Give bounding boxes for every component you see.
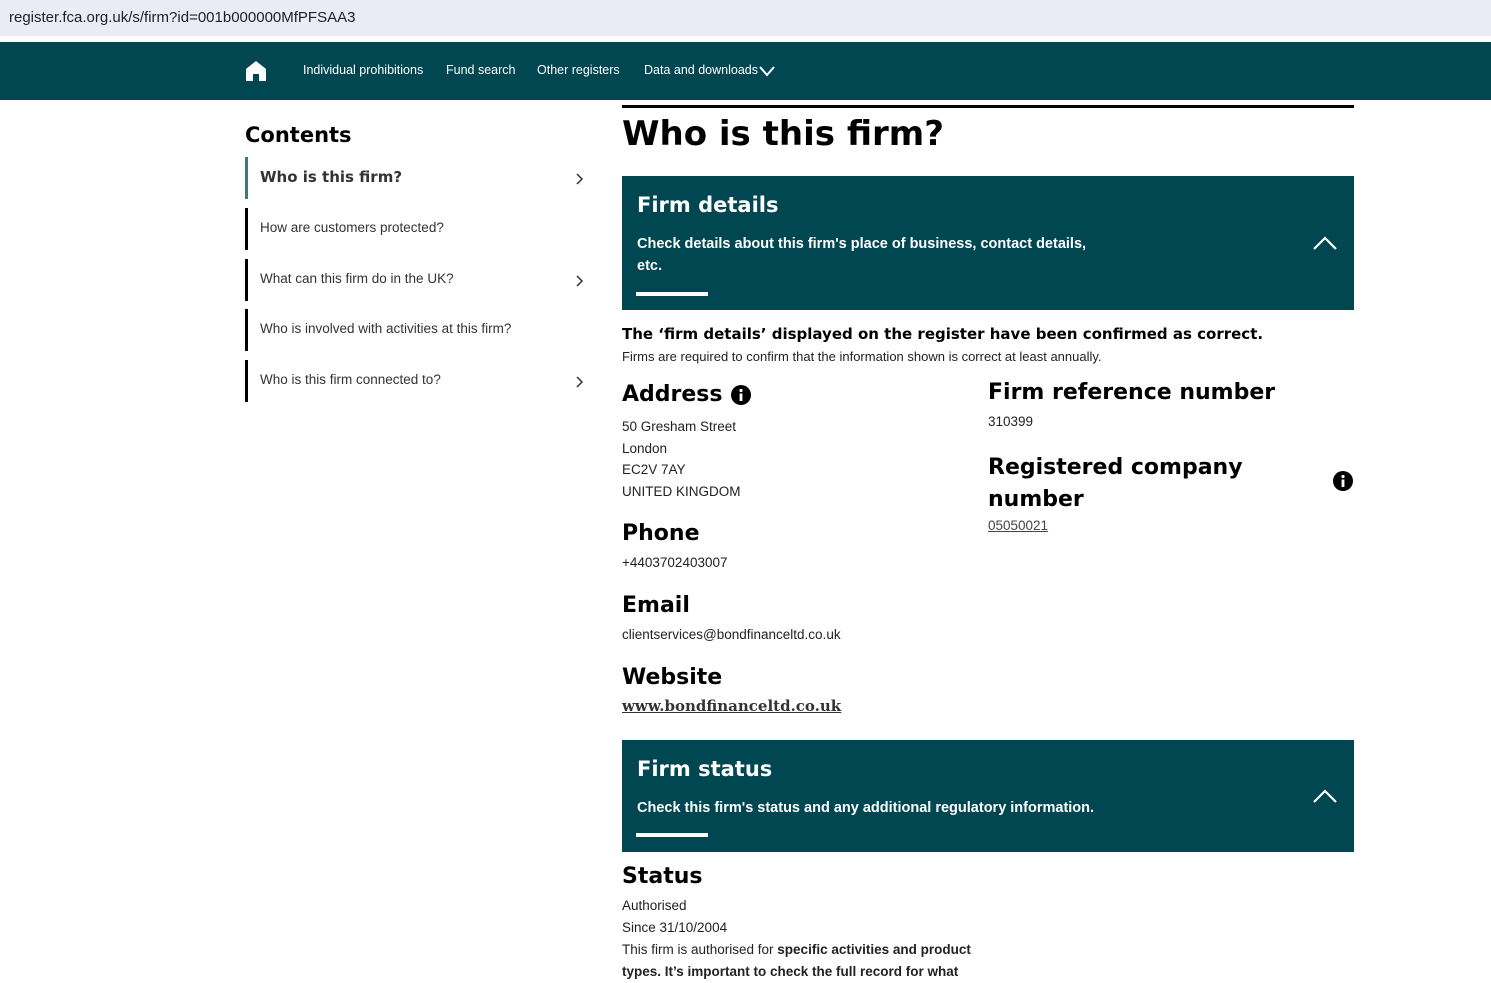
toc-item-who-is-this-firm[interactable]: Who is this firm? [245,157,585,199]
toc-label: What can this firm do in the UK? [260,271,454,286]
website-link[interactable]: www.bondfinanceltd.co.uk [622,697,841,715]
heading-line: Registered company [988,455,1243,480]
chevron-right-icon [576,275,584,287]
phone-value: +4403702403007 [622,555,728,570]
address-line: EC2V 7AY [622,462,686,477]
info-icon[interactable] [731,385,751,405]
url-text[interactable]: register.fca.org.uk/s/firm?id=001b000000… [9,9,355,26]
company-number-link[interactable]: 05050021 [988,518,1048,533]
confirmation-heading: The ‘firm details’ displayed on the regi… [622,325,1264,343]
address-line: London [622,440,668,456]
authorisation-plain: This firm is authorised for [622,942,778,957]
company-number-heading: Registered company number [988,452,1243,516]
firm-status-title: Firm status [637,757,773,781]
status-heading: Status [622,864,703,889]
firm-details-title: Firm details [637,193,779,217]
address-heading: Address [622,382,723,407]
firm-status-panel[interactable]: Firm status Check this firm's status and… [622,740,1354,852]
page-title: Who is this firm? [622,114,944,154]
heading-line: number [988,487,1084,512]
phone-heading: Phone [622,521,700,546]
description-line: Check details about this firm's place of… [637,236,1087,252]
firm-status-description: Check this firm's status and any additio… [637,800,1095,816]
toc-label: Who is involved with activities at this … [260,321,512,336]
toc-label: Who is this firm? [260,168,403,186]
status-value: Authorised [622,898,687,913]
chevron-right-icon [576,376,584,388]
chevron-up-icon[interactable] [1312,788,1338,804]
email-heading: Email [622,593,690,618]
contents-heading: Contents [245,123,352,147]
nav-other-registers[interactable]: Other registers [537,63,620,77]
firm-details-description: Check details about this firm's place of… [637,233,1086,277]
home-icon[interactable] [244,59,268,83]
toc-label: Who is this firm connected to? [260,372,441,387]
status-since: Since 31/10/2004 [622,920,728,935]
address-bar[interactable]: register.fca.org.uk/s/firm?id=001b000000… [0,0,1491,36]
firm-details-panel[interactable]: Firm details Check details about this fi… [622,176,1354,310]
title-rule [622,105,1354,108]
nav-fund-search[interactable]: Fund search [446,63,515,77]
authorisation-text: This firm is authorised for specific act… [622,939,982,983]
chevron-right-icon [576,173,584,185]
address-line: 50 Gresham Street [622,419,737,434]
website-heading: Website [622,665,723,690]
description-line: etc. [637,258,662,274]
frn-value: 310399 [988,414,1034,429]
nav-individual-prohibitions[interactable]: Individual prohibitions [303,63,423,77]
top-navigation: Individual prohibitions Fund search Othe… [0,42,1491,100]
confirmation-note: Firms are required to confirm that the i… [622,349,1102,364]
toc-item-who-is-involved[interactable]: Who is involved with activities at this … [245,309,585,351]
chevron-down-icon[interactable] [758,64,776,78]
toc-item-customers-protected[interactable]: How are customers protected? [245,208,585,250]
nav-data-and-downloads[interactable]: Data and downloads [644,63,758,77]
toc-item-what-can-firm-do[interactable]: What can this firm do in the UK? [245,259,585,301]
info-icon[interactable] [1333,471,1353,491]
chevron-up-icon[interactable] [1312,235,1338,251]
toc-item-firm-connected[interactable]: Who is this firm connected to? [245,360,585,402]
frn-heading: Firm reference number [988,380,1276,405]
panel-underline [636,833,708,837]
address-block: 50 Gresham Street London EC2V 7AY UNITED… [622,416,741,502]
email-value: clientservices@bondfinanceltd.co.uk [622,627,841,642]
address-line: UNITED KINGDOM [622,483,741,499]
toc-label: How are customers protected? [260,220,444,235]
panel-underline [636,292,708,296]
